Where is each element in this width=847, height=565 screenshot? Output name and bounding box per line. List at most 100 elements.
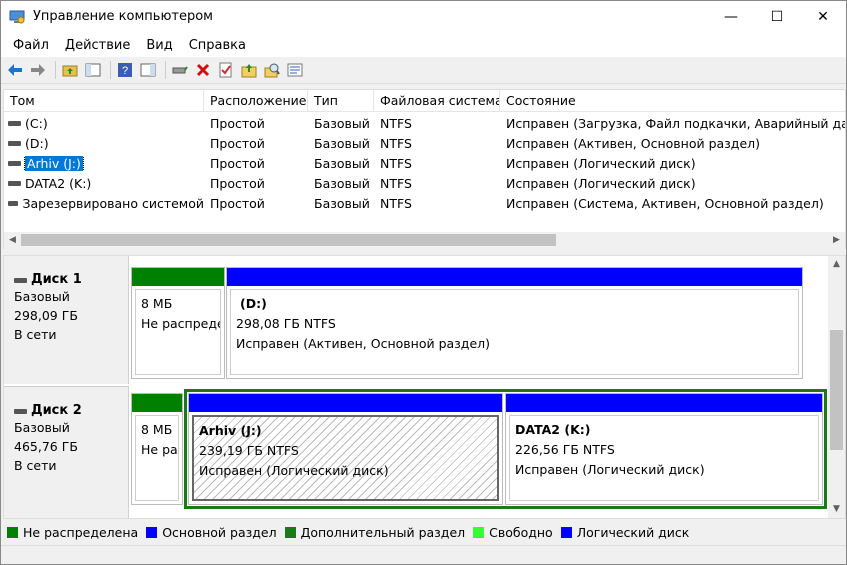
- search-icon[interactable]: [262, 60, 282, 80]
- volume-location: Простой: [210, 195, 265, 211]
- svg-text:?: ?: [122, 65, 128, 77]
- show-hide-tree-icon[interactable]: [83, 60, 103, 80]
- legend-label: Основной раздел: [162, 524, 277, 540]
- delete-icon[interactable]: [193, 60, 213, 80]
- toolbar-separator: [55, 61, 56, 79]
- table-row[interactable]: DATA2 (K:) Простой Базовый NTFS Исправен…: [4, 173, 845, 193]
- disk-2-info[interactable]: Диск 2 Базовый 465,76 ГБ В сети: [4, 386, 129, 518]
- check-icon[interactable]: [216, 60, 236, 80]
- table-row[interactable]: (C:) Простой Базовый NTFS Исправен (Загр…: [4, 113, 845, 133]
- volume-filesystem: NTFS: [380, 155, 412, 171]
- column-header-location[interactable]: Расположение: [204, 90, 308, 112]
- drive-icon: [8, 141, 21, 146]
- volume-filesystem: NTFS: [380, 175, 412, 191]
- partition-label: Не распределена: [141, 442, 178, 457]
- partition-size: 239,19 ГБ NTFS: [199, 443, 299, 458]
- partition-d[interactable]: (D:) 298,08 ГБ NTFS Исправен (Активен, О…: [226, 267, 803, 379]
- disk-icon: [14, 408, 27, 414]
- table-row[interactable]: (D:) Простой Базовый NTFS Исправен (Акти…: [4, 133, 845, 153]
- scroll-right-icon[interactable]: ▶: [829, 233, 844, 248]
- scroll-left-icon[interactable]: ◀: [5, 233, 20, 248]
- menu-bar: Файл Действие Вид Справка: [1, 33, 846, 57]
- column-header-volume[interactable]: Том: [4, 90, 204, 112]
- logical-bar: [506, 394, 822, 412]
- scrollbar-thumb[interactable]: [830, 330, 843, 450]
- settings-icon[interactable]: [285, 60, 305, 80]
- unallocated-bar: [132, 268, 224, 286]
- help-icon[interactable]: ?: [115, 60, 135, 80]
- toolbar-separator: [110, 61, 111, 79]
- column-header-type[interactable]: Тип: [308, 90, 374, 112]
- computer-management-window: Управление компьютером — ☐ ✕ Файл Действ…: [0, 0, 847, 565]
- legend-label: Свободно: [489, 524, 553, 540]
- legend-swatch: [146, 526, 158, 538]
- logical-bar: [189, 394, 502, 412]
- volume-status: Исправен (Логический диск): [506, 155, 696, 171]
- disk-1-info[interactable]: Диск 1 Базовый 298,09 ГБ В сети: [4, 256, 129, 384]
- table-row[interactable]: Зарезервировано системой Простой Базовый…: [4, 193, 845, 213]
- partition-unallocated[interactable]: 8 МБ Не распределена: [131, 267, 225, 379]
- volume-filesystem: NTFS: [380, 135, 412, 151]
- partition-arhiv[interactable]: Arhiv (J:) 239,19 ГБ NTFS Исправен (Логи…: [188, 393, 503, 505]
- status-bar: [1, 545, 846, 564]
- volume-name: Arhiv (J:): [24, 155, 84, 171]
- disk-state: В сети: [14, 458, 57, 473]
- toolbar-separator: [165, 61, 166, 79]
- volume-type: Базовый: [314, 135, 370, 151]
- back-icon[interactable]: [5, 60, 25, 80]
- volume-filesystem: NTFS: [380, 115, 412, 131]
- volume-name: (C:): [25, 115, 48, 131]
- properties-pane-icon[interactable]: [138, 60, 158, 80]
- title-bar: Управление компьютером — ☐ ✕: [1, 1, 846, 33]
- partition-title: (D:): [240, 296, 267, 311]
- legend-label: Логический диск: [576, 524, 690, 540]
- volume-list-header: Том Расположение Тип Файловая система Со…: [4, 90, 845, 112]
- volume-status: Исправен (Активен, Основной раздел): [506, 135, 761, 151]
- volume-status: Исправен (Загрузка, Файл подкачки, Авари…: [506, 115, 845, 131]
- menu-file[interactable]: Файл: [5, 38, 57, 53]
- volume-name: Зарезервировано системой: [22, 195, 204, 211]
- scrollbar-thumb[interactable]: [21, 234, 556, 246]
- computer-management-icon: [9, 9, 25, 25]
- open-folder-icon[interactable]: [239, 60, 259, 80]
- horizontal-scrollbar[interactable]: ◀ ▶: [4, 232, 845, 249]
- forward-icon[interactable]: [28, 60, 48, 80]
- volume-status: Исправен (Система, Активен, Основной раз…: [506, 195, 824, 211]
- volume-list: Том Расположение Тип Файловая система Со…: [3, 89, 846, 249]
- partition-status: Исправен (Логический диск): [199, 463, 389, 478]
- partition-label: Не распределена: [141, 316, 220, 331]
- partition-title: Arhiv (J:): [199, 423, 262, 438]
- menu-help[interactable]: Справка: [181, 38, 254, 53]
- legend-swatch: [473, 526, 485, 538]
- partition-size: 226,56 ГБ NTFS: [515, 442, 615, 457]
- scroll-up-icon[interactable]: ▲: [829, 257, 844, 272]
- volume-location: Простой: [210, 155, 265, 171]
- unallocated-bar: [132, 394, 182, 412]
- volume-name: DATA2 (K:): [25, 175, 92, 191]
- drive-icon: [8, 181, 21, 186]
- volume-status: Исправен (Логический диск): [506, 175, 696, 191]
- maximize-button[interactable]: ☐: [754, 1, 800, 33]
- disk-size: 298,09 ГБ: [14, 308, 78, 323]
- table-row-selected[interactable]: Arhiv (J:) Простой Базовый NTFS Исправен…: [4, 153, 845, 173]
- partition-unallocated[interactable]: 8 МБ Не распределена: [131, 393, 183, 505]
- disk-map: Диск 1 Базовый 298,09 ГБ В сети 8 МБ Не …: [3, 255, 846, 519]
- minimize-button[interactable]: —: [708, 1, 754, 33]
- column-header-status[interactable]: Состояние: [500, 90, 845, 112]
- disk-icon: [14, 277, 27, 283]
- vertical-scrollbar[interactable]: ▲ ▼: [828, 256, 845, 518]
- disk-name: Диск 2: [31, 403, 82, 418]
- close-button[interactable]: ✕: [800, 1, 846, 33]
- connect-icon[interactable]: [170, 60, 190, 80]
- drive-icon: [8, 201, 19, 206]
- drive-icon: [8, 161, 21, 166]
- scroll-down-icon[interactable]: ▼: [829, 502, 844, 517]
- volume-location: Простой: [210, 115, 265, 131]
- column-header-filesystem[interactable]: Файловая система: [374, 90, 500, 112]
- volume-location: Простой: [210, 135, 265, 151]
- legend: Не распределена Основной раздел Дополнит…: [3, 521, 846, 543]
- partition-data2[interactable]: DATA2 (K:) 226,56 ГБ NTFS Исправен (Логи…: [505, 393, 823, 505]
- menu-view[interactable]: Вид: [138, 38, 180, 53]
- up-folder-icon[interactable]: [60, 60, 80, 80]
- menu-action[interactable]: Действие: [57, 38, 138, 53]
